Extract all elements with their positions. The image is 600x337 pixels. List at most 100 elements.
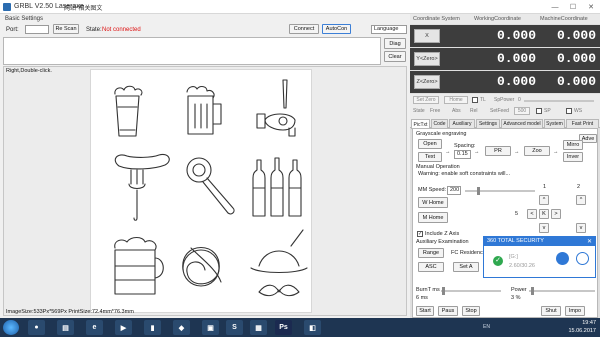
tab-auxiliary[interactable]: Auxiliary	[449, 119, 475, 128]
close-button[interactable]: ✕	[582, 0, 600, 14]
photoshop-icon[interactable]: Ps	[275, 320, 292, 335]
open-button[interactable]: Open	[418, 139, 442, 149]
axis-z-button[interactable]: Z<Zero>	[414, 75, 440, 89]
connect-button[interactable]: Connect	[289, 24, 319, 34]
security-close-icon[interactable]: ✕	[587, 238, 592, 245]
include-z-checkbox[interactable]: ✓	[417, 231, 423, 237]
folder-icon[interactable]: ▤	[57, 320, 74, 335]
tab-advanced-model[interactable]: Advanced model	[501, 119, 543, 128]
ie-icon[interactable]: e	[86, 320, 103, 335]
step-1-label: 1	[543, 184, 547, 190]
terminal-icon[interactable]: ▮	[144, 320, 161, 335]
taskbar: ● ▤ e ▶ ▮ ◆ ▣ S ▦ Ps ◧ EN 19:47 15.06.20…	[0, 318, 600, 337]
tl-checkbox[interactable]	[472, 97, 478, 103]
sppower-slider[interactable]	[524, 100, 594, 102]
beer-bottles-drawing	[252, 157, 302, 217]
log-textarea[interactable]	[3, 37, 381, 65]
security-popup[interactable]: 360 TOTAL SECURITY ✕ ✓ [G:] 2.60/30.26	[483, 236, 596, 278]
security-folder-icon[interactable]	[576, 252, 589, 265]
zoo-button[interactable]: Zoo	[524, 146, 550, 156]
security-space: 2.60/30.26	[509, 263, 535, 269]
setfeed-input[interactable]: 500	[514, 107, 530, 115]
start-button[interactable]: Start	[416, 306, 434, 316]
minimize-button[interactable]: —	[546, 0, 564, 14]
state-label: State:	[86, 27, 102, 33]
chrome-icon[interactable]: ●	[28, 320, 45, 335]
rescan-button[interactable]: Re Scan	[53, 24, 79, 34]
axis-y-button[interactable]: Y<Zero>	[414, 52, 440, 66]
language-select[interactable]: Language	[371, 25, 407, 34]
tab-system[interactable]: System	[544, 119, 565, 128]
start-button[interactable]	[3, 320, 19, 335]
burn-time-label: BurnT ms	[416, 287, 440, 293]
rel-radio[interactable]: Rel	[470, 108, 478, 114]
port-select[interactable]	[25, 25, 49, 34]
set-a-button[interactable]: Set A	[453, 262, 479, 272]
work-z-value: 0.000	[496, 74, 536, 89]
jog-home-icon[interactable]: K	[539, 209, 549, 219]
jog-z-down-icon[interactable]: v	[576, 223, 586, 233]
security-scan-icon[interactable]	[556, 252, 569, 265]
sp-checkbox[interactable]	[536, 108, 542, 114]
jog-left-icon[interactable]: <	[527, 209, 537, 219]
clear-button[interactable]: Clear	[384, 51, 406, 62]
fc-residence-label: FC Residence	[451, 250, 486, 256]
step-5-label: 5	[515, 211, 519, 217]
grbl-app-icon[interactable]: ◧	[304, 320, 321, 335]
tray-lang[interactable]: EN	[483, 324, 490, 330]
pretzel-drawing	[182, 247, 222, 287]
foam-mug-drawing	[114, 236, 164, 295]
set-zero-button[interactable]: Set Zero	[413, 96, 439, 104]
abs-radio[interactable]: Abs	[452, 108, 461, 114]
free-label: Free	[430, 108, 441, 114]
speed-slider[interactable]	[465, 187, 535, 195]
pause-button[interactable]: Paus	[438, 306, 458, 316]
power-value: 3 %	[511, 295, 521, 301]
range-button[interactable]: Range	[418, 248, 444, 258]
media-player-icon[interactable]: ▶	[115, 320, 132, 335]
impo-button[interactable]: Impo	[565, 306, 585, 316]
image-canvas[interactable]	[90, 69, 312, 313]
autocon-button[interactable]: AutoCon	[322, 24, 351, 34]
speed-value[interactable]: 200	[447, 186, 461, 195]
axis-x-button[interactable]: X	[414, 29, 440, 43]
maximize-button[interactable]: ☐	[564, 0, 582, 14]
port-label: Port:	[6, 27, 19, 33]
skype-icon[interactable]: S	[226, 320, 243, 335]
m-home-button[interactable]: M Home	[418, 212, 448, 223]
setfeed-label: SetFeed	[490, 108, 509, 114]
diag-button[interactable]: Diag	[384, 38, 406, 49]
tray-time: 19:47	[582, 320, 596, 326]
text-button[interactable]: Text	[418, 152, 442, 162]
spacing-select[interactable]: 0.15	[454, 150, 471, 159]
app-icon-1[interactable]: ◆	[173, 320, 190, 335]
coord-header: Coordinate System WorkingCoordinate Mach…	[410, 14, 600, 24]
tray-date: 15.06.2017	[568, 328, 596, 334]
pr-button[interactable]: PR	[485, 146, 511, 156]
asc-button[interactable]: ASC	[418, 262, 444, 272]
manual-operation-label: Manual Operation	[416, 164, 460, 170]
bottle-opener-drawing	[186, 157, 235, 215]
app-icon-3[interactable]: ▦	[250, 320, 267, 335]
w-home-button[interactable]: W Home	[418, 197, 448, 208]
inver-button[interactable]: Inver	[563, 152, 583, 162]
tab-fast-print[interactable]: Fast Print	[566, 119, 599, 128]
beer-tap-drawing	[256, 79, 296, 137]
burn-slider[interactable]	[441, 287, 501, 295]
tab-settings[interactable]: Settings	[476, 119, 500, 128]
jog-up-icon[interactable]: ^	[539, 195, 549, 205]
stop-button[interactable]: Stop	[462, 306, 480, 316]
app-icon-2[interactable]: ▣	[202, 320, 219, 335]
control-bar: Set Zero Home TL SpPower 0 State Free Ab…	[410, 94, 600, 120]
preview-area: Right,Double-click. ImageSize:533Px*569P…	[3, 66, 407, 316]
power-slider[interactable]	[529, 287, 595, 295]
jog-down-icon[interactable]: v	[539, 223, 549, 233]
tab-code[interactable]: Code	[431, 119, 448, 128]
ws-checkbox[interactable]	[566, 108, 572, 114]
home-button[interactable]: Home	[444, 96, 468, 104]
jog-right-icon[interactable]: >	[551, 209, 561, 219]
jog-z-up-icon[interactable]: ^	[576, 195, 586, 205]
mirro-button[interactable]: Mirro	[563, 140, 583, 150]
tray-clock[interactable]: 19:47 15.06.2017	[568, 319, 596, 335]
shut-button[interactable]: Shut	[541, 306, 561, 316]
